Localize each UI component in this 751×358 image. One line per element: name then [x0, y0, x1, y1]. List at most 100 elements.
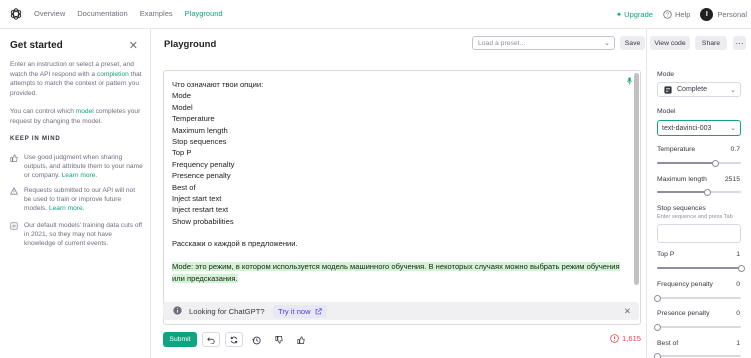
- presence-penalty-slider[interactable]: [653, 323, 741, 331]
- prompt-line: Inject restart text: [172, 205, 229, 215]
- best-of-slider[interactable]: [653, 352, 741, 358]
- best-of-label: Best of: [657, 340, 679, 347]
- slider-thumb[interactable]: [737, 264, 745, 272]
- prompt-text[interactable]: Что означают твои опции: Mode Model Temp…: [172, 79, 627, 284]
- prompt-editor[interactable]: Что означают твои опции: Mode Model Temp…: [163, 70, 641, 325]
- thumbs-down-button[interactable]: [273, 334, 285, 346]
- prompt-line: Model: [172, 102, 193, 112]
- presence-penalty-value[interactable]: 0: [736, 310, 740, 317]
- history-button[interactable]: [250, 334, 262, 346]
- undo-button[interactable]: [202, 332, 220, 347]
- learn-more-link[interactable]: Learn more.: [49, 205, 85, 212]
- model-value: text-davinci-003: [662, 124, 712, 132]
- warning-circle-icon: [610, 334, 619, 343]
- temperature-slider[interactable]: [657, 159, 741, 167]
- nav-documentation[interactable]: Documentation: [77, 9, 127, 18]
- preset-select[interactable]: Load a preset... ⌄: [472, 36, 615, 50]
- keep-in-mind-item: Requests submitted to our API will not b…: [10, 186, 143, 213]
- temperature-value[interactable]: 0.7: [731, 146, 740, 153]
- avatar: I: [700, 8, 714, 21]
- temperature-label: Temperature: [657, 146, 696, 153]
- chevron-down-icon: ⌄: [604, 40, 610, 47]
- slider-thumb[interactable]: [712, 159, 720, 167]
- learn-more-link[interactable]: Learn more.: [62, 172, 98, 179]
- microphone-icon[interactable]: [627, 77, 632, 85]
- info-icon: [173, 306, 182, 315]
- frequency-penalty-value[interactable]: 0: [736, 281, 740, 288]
- complete-mode-icon: [664, 85, 672, 94]
- model-select[interactable]: text-davinci-003 ⌄: [657, 120, 741, 136]
- history-icon: [251, 336, 261, 344]
- help-icon: ?: [663, 10, 672, 19]
- playground-main: Playground Load a preset... ⌄ Save View …: [152, 29, 746, 358]
- model-link[interactable]: model: [76, 108, 94, 115]
- top-p-label: Top P: [657, 251, 675, 258]
- prompt-line: Inject start text: [172, 193, 222, 203]
- sidebar-title: Get started: [10, 40, 63, 51]
- completion-link[interactable]: completion: [97, 71, 129, 78]
- model-label: Model: [657, 108, 676, 115]
- frequency-penalty-label: Frequency penalty: [657, 281, 713, 288]
- settings-panel: Mode Complete ⌄ Model text-davinci-003 ⌄…: [646, 29, 751, 358]
- stop-sequences-input[interactable]: [657, 224, 741, 243]
- undo-icon: [207, 336, 215, 344]
- item-text: Our default models' training data cuts o…: [24, 222, 143, 247]
- slider-thumb[interactable]: [703, 188, 711, 196]
- thumbs-up-icon: [10, 153, 18, 180]
- user-menu[interactable]: I Personal: [700, 8, 747, 21]
- max-length-value[interactable]: 2515: [725, 176, 740, 183]
- prompt-request: Расскажи о каждой в предложении.: [172, 239, 298, 249]
- slider-fill: [657, 267, 741, 269]
- history-icon: [10, 221, 18, 248]
- bolt-icon: ✦: [615, 10, 623, 19]
- top-p-value[interactable]: 1: [736, 251, 740, 258]
- openai-logo-icon[interactable]: [9, 7, 23, 21]
- page-title: Playground: [164, 39, 217, 50]
- submit-button[interactable]: Submit: [163, 332, 197, 347]
- top-navbar: Overview Documentation Examples Playgrou…: [0, 0, 751, 29]
- slider-fill: [657, 191, 708, 193]
- keep-in-mind-heading: KEEP IN MIND: [10, 136, 61, 142]
- save-button[interactable]: Save: [620, 36, 645, 50]
- preset-placeholder: Load a preset...: [478, 40, 526, 47]
- prompt-line: Show probabilities: [172, 216, 234, 226]
- max-length-slider[interactable]: [657, 188, 741, 196]
- chevron-down-icon: ⌄: [730, 87, 736, 94]
- refresh-icon: [230, 336, 238, 343]
- slider-thumb[interactable]: [653, 323, 661, 331]
- nav-right: ✦ Upgrade ? Help I Personal: [616, 8, 747, 21]
- help-link[interactable]: ? Help: [663, 10, 690, 19]
- help-label: Help: [674, 10, 691, 19]
- best-of-value[interactable]: 1: [736, 340, 740, 347]
- user-name: Personal: [717, 10, 747, 19]
- close-banner-icon[interactable]: ✕: [624, 306, 631, 317]
- token-counter: 1,615: [610, 334, 641, 343]
- stop-sequences-label: Stop sequences: [657, 205, 706, 212]
- slider-fill: [657, 162, 716, 164]
- slider-thumb[interactable]: [653, 294, 661, 302]
- completion-text: или предсказания.: [172, 273, 238, 283]
- upgrade-label: Upgrade: [624, 10, 653, 19]
- max-length-label: Maximum length: [657, 176, 707, 183]
- slider-thumb[interactable]: [653, 352, 661, 358]
- try-chatgpt-link[interactable]: Try it now: [273, 305, 327, 318]
- external-link-icon: [315, 308, 322, 315]
- completion-text: Mode: это режим, в котором используется …: [172, 262, 620, 272]
- keep-in-mind-item: Our default models' training data cuts o…: [10, 221, 143, 248]
- frequency-penalty-slider[interactable]: [653, 294, 741, 302]
- close-icon[interactable]: ✕: [129, 39, 138, 52]
- mode-value: Complete: [677, 86, 707, 93]
- regenerate-button[interactable]: [225, 332, 243, 347]
- mode-select[interactable]: Complete ⌄: [657, 82, 741, 97]
- top-p-slider[interactable]: [657, 264, 745, 272]
- nav-playground[interactable]: Playground: [185, 9, 223, 18]
- nav-overview[interactable]: Overview: [34, 9, 65, 18]
- keep-in-mind-item: Use good judgment when sharing outputs, …: [10, 153, 143, 180]
- nav-examples[interactable]: Examples: [140, 9, 173, 18]
- thumbs-up-button[interactable]: [295, 334, 307, 346]
- presence-penalty-label: Presence penalty: [657, 310, 710, 317]
- upgrade-link[interactable]: ✦ Upgrade: [616, 10, 653, 19]
- editor-scrollbar[interactable]: [634, 73, 639, 285]
- thumbs-up-icon: [297, 336, 305, 344]
- prompt-line: Frequency penalty: [172, 159, 235, 169]
